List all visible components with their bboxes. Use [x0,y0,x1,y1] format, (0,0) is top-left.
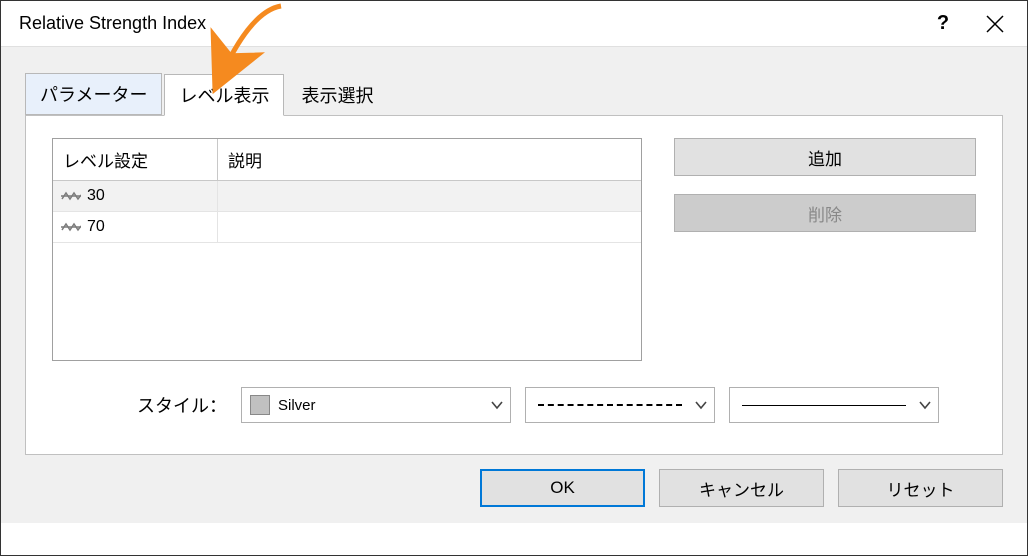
help-button[interactable]: ? [917,2,969,46]
delete-button: 削除 [674,194,976,232]
tab-bar: パラメーター レベル表示 表示選択 [1,73,1027,115]
cancel-button[interactable]: キャンセル [659,469,824,507]
style-label: スタイル： [137,392,227,418]
desc-cell [218,212,641,242]
button-bar: OK キャンセル リセット [1,455,1027,523]
tab-levels[interactable]: レベル表示 [164,74,284,116]
level-line-icon [61,189,81,203]
color-combo[interactable]: Silver [241,387,511,423]
solid-line-icon [742,405,906,406]
level-value: 70 [87,218,105,236]
side-buttons: 追加 削除 [674,138,976,232]
tab-bar-area: パラメーター レベル表示 表示選択 レベル設定 説明 30 [1,47,1027,523]
color-name: Silver [278,397,316,414]
levels-grid[interactable]: レベル設定 説明 30 [52,138,642,361]
table-row[interactable]: 70 [53,212,641,243]
tab-parameters[interactable]: パラメーター [25,73,162,115]
add-button[interactable]: 追加 [674,138,976,176]
close-icon [986,15,1004,33]
style-row: スタイル： Silver [52,387,976,423]
linewidth-combo[interactable] [729,387,939,423]
grid-header-desc[interactable]: 説明 [218,139,641,180]
titlebar: Relative Strength Index ? [1,1,1027,47]
dashed-line-icon [538,404,682,406]
level-value: 30 [87,187,105,205]
tab-display[interactable]: 表示選択 [286,74,388,115]
level-line-icon [61,220,81,234]
grid-header-level[interactable]: レベル設定 [53,139,218,180]
linestyle-combo[interactable] [525,387,715,423]
grid-header: レベル設定 説明 [53,139,641,181]
ok-button[interactable]: OK [480,469,645,507]
color-swatch-icon [250,395,270,415]
level-cell: 30 [53,181,218,211]
close-button[interactable] [969,2,1021,46]
window-title: Relative Strength Index [19,13,917,34]
level-cell: 70 [53,212,218,242]
tab-content-levels: レベル設定 説明 30 [25,115,1003,455]
chevron-down-icon [918,398,932,412]
chevron-down-icon [490,398,504,412]
reset-button[interactable]: リセット [838,469,1003,507]
desc-cell [218,181,641,211]
chevron-down-icon [694,398,708,412]
table-row[interactable]: 30 [53,181,641,212]
